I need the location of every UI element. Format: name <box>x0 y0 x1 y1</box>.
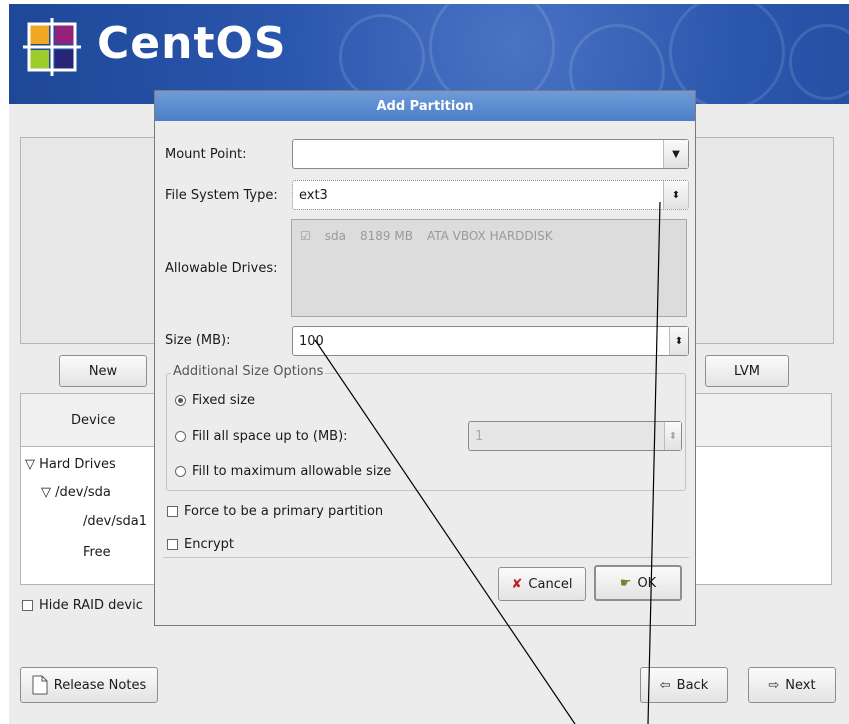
annotation-line-fs-type <box>647 201 661 724</box>
annotation-lines <box>314 201 661 724</box>
annotation-line-size <box>314 339 576 724</box>
